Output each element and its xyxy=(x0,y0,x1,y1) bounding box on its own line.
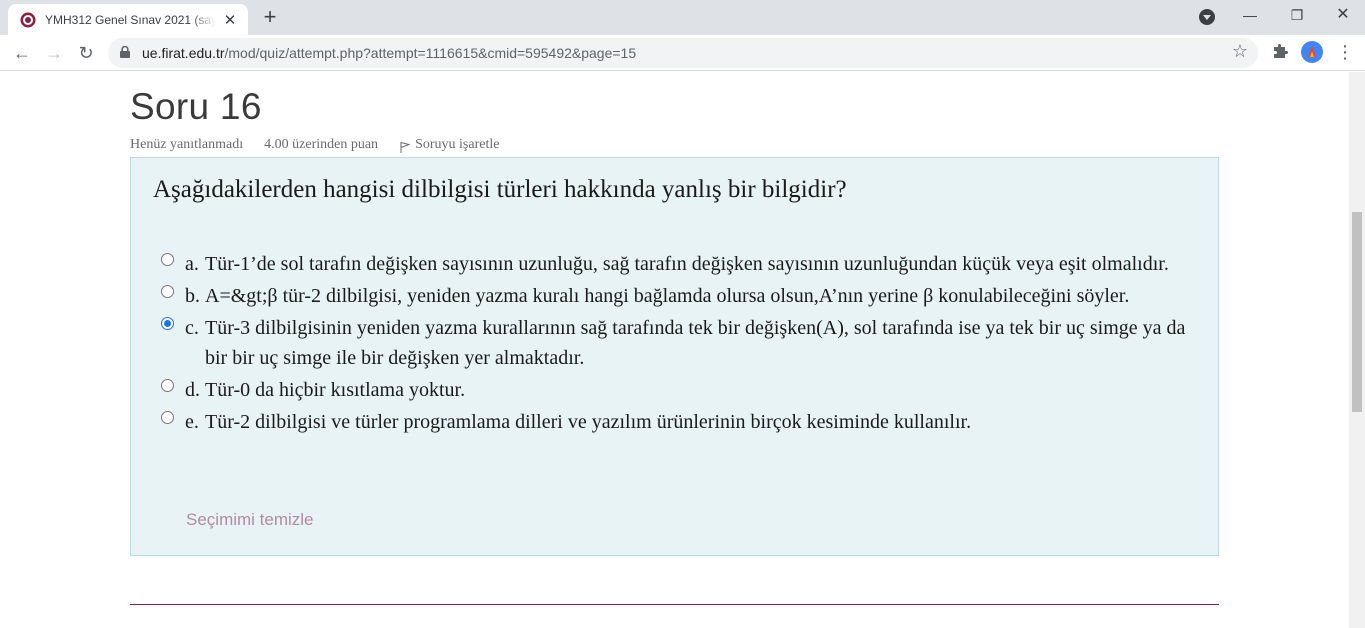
flag-question-link[interactable]: Soruyu işaretle xyxy=(415,137,499,153)
address-bar[interactable]: ue.firat.edu.tr/mod/quiz/attempt.php?att… xyxy=(108,38,1258,68)
answer-option-c[interactable]: c. Tür-3 dilbilgisinin yeniden yazma kura… xyxy=(161,313,1191,373)
answer-text: Tür-1’de sol tarafın değişken sayısının … xyxy=(205,253,1169,275)
url-host: ue.firat.edu.tr xyxy=(142,45,225,61)
answer-option-d[interactable]: d. Tür-0 da hiçbir kısıtlama yoktur. xyxy=(161,375,1191,405)
browser-toolbar: ← → ↻ ue.firat.edu.tr/mod/quiz/attempt.p… xyxy=(0,35,1365,71)
answer-option-a[interactable]: a. Tür-1’de sol tarafın değişken sayısını… xyxy=(161,249,1191,279)
radio-b[interactable] xyxy=(161,285,174,298)
tab-strip: YMH312 Genel Sınav 2021 (sayfa 16 / 20) … xyxy=(0,0,1365,35)
url-text: ue.firat.edu.tr/mod/quiz/attempt.php?att… xyxy=(142,45,636,61)
scrollbar-thumb[interactable] xyxy=(1352,212,1362,412)
clear-choice-link[interactable]: Seçimimi temizle xyxy=(186,510,314,530)
radio-e[interactable] xyxy=(161,411,174,424)
answer-text: Tür-3 dilbilgisinin yeniden yazma kurall… xyxy=(205,317,1186,369)
answer-letter: b. xyxy=(185,285,200,307)
answer-letter: c. xyxy=(185,317,199,339)
question-state: Henüz yanıtlanmadı xyxy=(130,137,244,152)
answer-letter: a. xyxy=(185,253,199,275)
question-number: Soru 16 xyxy=(130,86,262,127)
answer-letter: d. xyxy=(185,379,200,401)
reload-button[interactable]: ↻ xyxy=(74,41,98,65)
tab-search-icon[interactable] xyxy=(1199,9,1215,25)
profile-avatar[interactable] xyxy=(1301,41,1323,63)
extensions-puzzle-icon[interactable] xyxy=(1271,42,1289,60)
site-favicon-icon xyxy=(20,12,36,27)
new-tab-button[interactable]: + xyxy=(260,6,280,28)
answer-option-e[interactable]: e. Tür-2 dilbilgisi ve türler programlama… xyxy=(161,407,1191,437)
browser-tab[interactable]: YMH312 Genel Sınav 2021 (sayfa 16 / 20) … xyxy=(8,4,248,35)
lock-icon xyxy=(120,46,130,58)
browser-menu-icon[interactable]: ⋮ xyxy=(1336,40,1354,64)
answer-letter: e. xyxy=(185,411,199,433)
restore-button[interactable]: ❐ xyxy=(1285,4,1309,26)
answer-list: a. Tür-1’de sol tarafın değişken sayısını… xyxy=(161,249,1191,439)
url-path: /mod/quiz/attempt.php?attempt=1116615&cm… xyxy=(224,45,637,61)
section-divider xyxy=(130,604,1219,605)
radio-a[interactable] xyxy=(161,253,174,266)
question-info: Henüz yanıtlanmadı 4.00 üzerinden puan S… xyxy=(130,137,499,153)
back-button[interactable]: ← xyxy=(10,41,34,65)
page-content: Soru 16 Henüz yanıtlanmadı 4.00 üzerinde… xyxy=(0,72,1349,628)
close-window-button[interactable]: ✕ xyxy=(1331,4,1355,26)
tab-title: YMH312 Genel Sınav 2021 (sayfa 16 / 20) xyxy=(45,12,216,27)
answer-text: Tür-2 dilbilgisi ve türler programlama d… xyxy=(205,411,972,433)
question-formulation: Aşağıdakilerden hangisi dilbilgisi türle… xyxy=(130,157,1219,556)
minimize-button[interactable]: — xyxy=(1238,4,1262,26)
question-text: Aşağıdakilerden hangisi dilbilgisi türle… xyxy=(153,176,847,203)
flag-icon[interactable] xyxy=(400,141,411,153)
answer-text: A=&gt;β tür-2 dilbilgisi, yeniden yazma … xyxy=(205,285,1130,307)
question-grade: 4.00 üzerinden puan xyxy=(264,137,379,152)
answer-text: Tür-0 da hiçbir kısıtlama yoktur. xyxy=(205,379,466,401)
radio-d[interactable] xyxy=(161,379,174,392)
tab-close-icon[interactable]: ✕ xyxy=(222,11,238,29)
bookmark-star-icon[interactable]: ☆ xyxy=(1232,41,1248,62)
profile-avatar-icon xyxy=(1308,46,1316,57)
radio-c[interactable] xyxy=(161,317,174,330)
forward-button[interactable]: → xyxy=(42,41,66,65)
answer-option-b[interactable]: b. A=&gt;β tür-2 dilbilgisi, yeniden yazm… xyxy=(161,281,1191,311)
